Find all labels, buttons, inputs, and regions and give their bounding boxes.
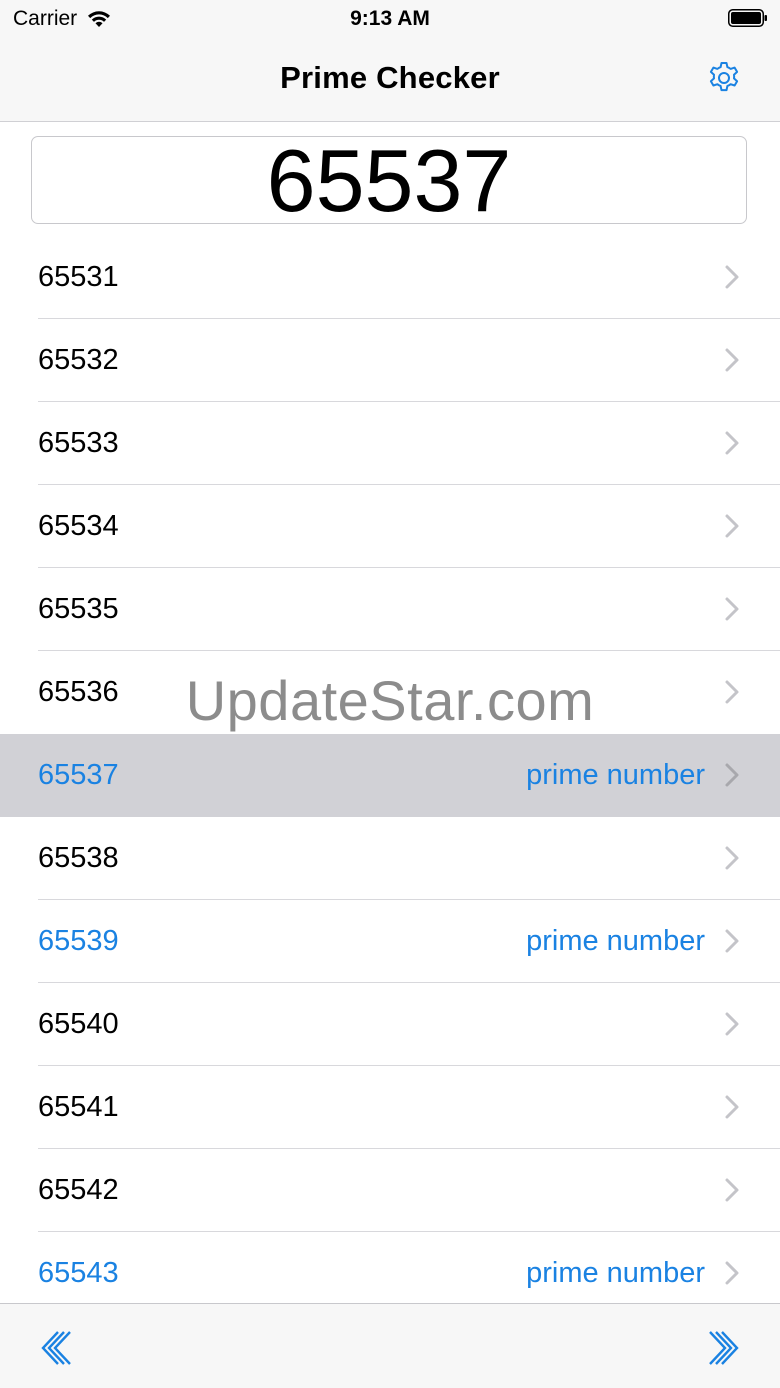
- page-title: Prime Checker: [280, 60, 500, 95]
- chevron-right-icon: [725, 348, 739, 372]
- row-prime-label: prime number: [526, 759, 705, 791]
- row-number: 65535: [38, 593, 119, 625]
- chevron-right-icon: [725, 431, 739, 455]
- double-chevron-left-icon[interactable]: [38, 1328, 78, 1368]
- row-number: 65536: [38, 676, 119, 708]
- list-row[interactable]: 65540: [0, 983, 780, 1066]
- double-chevron-right-icon[interactable]: [702, 1328, 742, 1368]
- number-input[interactable]: 65537: [31, 136, 747, 225]
- list-row-selected[interactable]: 65537 prime number: [0, 734, 780, 817]
- chevron-right-icon: [725, 929, 739, 953]
- row-number: 65537: [38, 759, 119, 791]
- list-row[interactable]: 65534: [0, 485, 780, 568]
- chevron-right-icon: [725, 597, 739, 621]
- chevron-right-icon: [725, 265, 739, 289]
- row-number: 65541: [38, 1091, 119, 1123]
- row-prime-label: prime number: [526, 925, 705, 957]
- chevron-right-icon: [725, 680, 739, 704]
- list-row[interactable]: 65542: [0, 1149, 780, 1232]
- chevron-right-icon: [725, 1178, 739, 1202]
- bottom-toolbar: [0, 1303, 780, 1388]
- list-row[interactable]: 65533: [0, 402, 780, 485]
- row-number: 65531: [38, 261, 119, 293]
- chevron-right-icon: [725, 763, 739, 787]
- status-bar: Carrier 9:13 AM: [0, 0, 780, 40]
- list-row[interactable]: 65541: [0, 1066, 780, 1149]
- row-number: 65542: [38, 1174, 119, 1206]
- chevron-right-icon: [725, 1012, 739, 1036]
- list-row[interactable]: 65531: [0, 236, 780, 319]
- list-row[interactable]: 65538: [0, 817, 780, 900]
- list-row[interactable]: 65532: [0, 319, 780, 402]
- chevron-right-icon: [725, 514, 739, 538]
- row-number: 65532: [38, 344, 119, 376]
- row-number: 65538: [38, 842, 119, 874]
- row-number: 65533: [38, 427, 119, 459]
- status-time: 9:13 AM: [350, 7, 430, 30]
- number-list: 65531 65532 65533 65534 65535 65536 6553…: [0, 236, 780, 1315]
- chevron-right-icon: [725, 1095, 739, 1119]
- chevron-right-icon: [725, 846, 739, 870]
- list-row[interactable]: 65536: [0, 651, 780, 734]
- row-number: 65534: [38, 510, 119, 542]
- list-row[interactable]: 65535: [0, 568, 780, 651]
- list-row[interactable]: 65539 prime number: [0, 900, 780, 983]
- settings-gear-icon[interactable]: [706, 60, 742, 96]
- battery-icon: [728, 9, 767, 27]
- navigation-bar: Prime Checker: [0, 40, 780, 122]
- chevron-right-icon: [725, 1261, 739, 1285]
- row-number: 65539: [38, 925, 119, 957]
- row-number: 65540: [38, 1008, 119, 1040]
